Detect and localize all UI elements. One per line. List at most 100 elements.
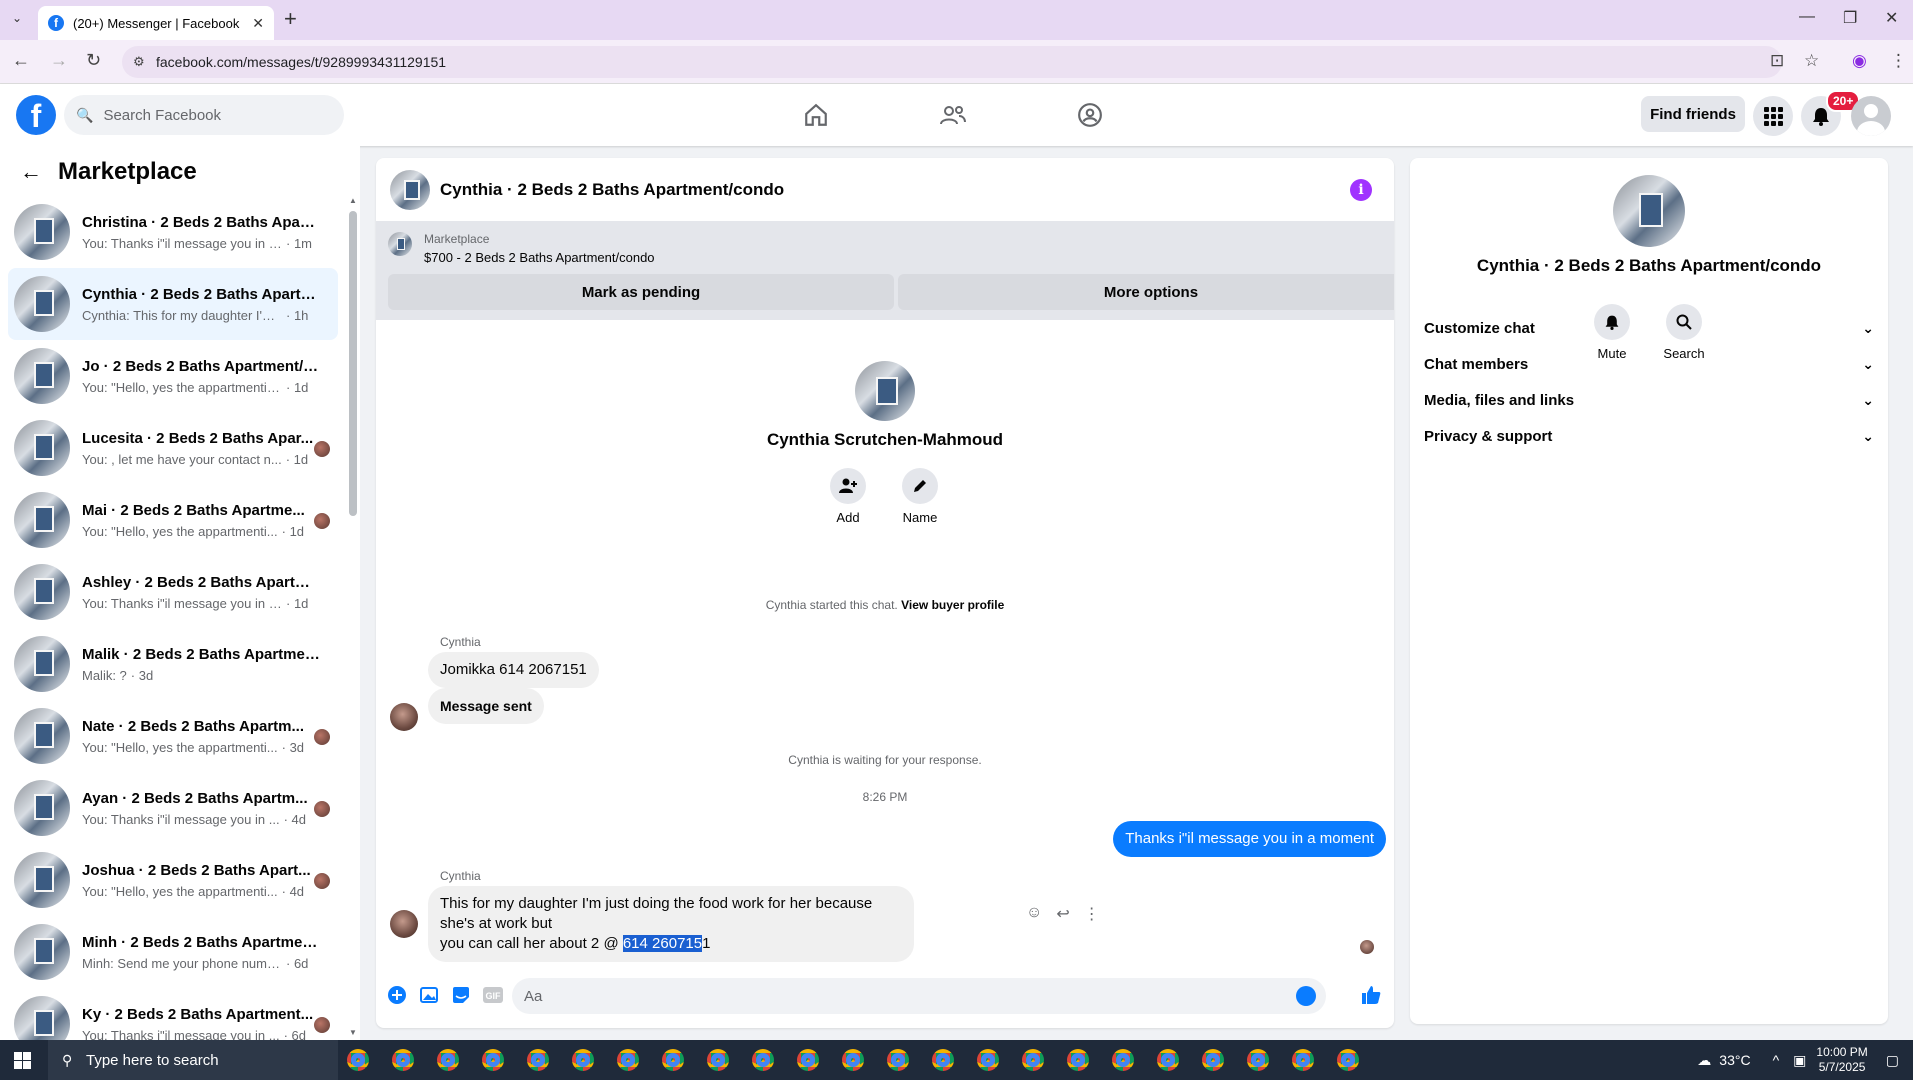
taskbar-app-icon[interactable] [432,1044,464,1076]
details-thumbnail[interactable] [1613,175,1685,247]
new-tab-icon[interactable]: + [284,6,297,32]
weather-icon[interactable]: ☁ [1697,1052,1711,1069]
taskbar-app-icon[interactable] [1242,1044,1274,1076]
sender-avatar[interactable] [390,910,418,938]
taskbar-app-icon[interactable] [657,1044,689,1076]
taskbar-app-icon[interactable] [387,1044,419,1076]
close-tab-icon[interactable]: ✕ [252,15,264,32]
bookmark-star-icon[interactable]: ☆ [1804,51,1819,71]
scrollbar-thumb[interactable] [349,211,357,516]
listing-title[interactable]: $700 - 2 Beds 2 Baths Apartment/condo [424,250,655,265]
chat-title[interactable]: Cynthia · 2 Beds 2 Baths Apartment/condo [440,180,784,200]
site-info-icon[interactable]: ⚙ [133,54,145,70]
sidebar-scrollbar[interactable]: ▲ ▼ [349,196,357,1037]
restore-icon[interactable]: ❐ [1843,8,1857,28]
friends-icon[interactable] [933,98,973,132]
taskbar-search-input[interactable]: ⚲ Type here to search [48,1040,338,1080]
taskbar-app-icon[interactable] [522,1044,554,1076]
taskbar-app-icon[interactable] [972,1044,1004,1076]
conversation-item[interactable]: Ky · 2 Beds 2 Baths Apartment... You: Tha… [8,988,338,1040]
taskbar-app-icon[interactable] [342,1044,374,1076]
taskbar-app-icon[interactable] [837,1044,869,1076]
reload-icon[interactable]: ↻ [86,50,101,71]
more-options-button[interactable]: More options [898,274,1394,310]
taskbar-app-icon[interactable] [702,1044,734,1076]
listing-thumbnail[interactable] [390,169,430,210]
add-action[interactable]: Add [830,468,866,525]
home-icon[interactable] [796,98,836,132]
menu-grid-icon[interactable] [1753,96,1793,136]
taskbar-app-icon[interactable] [1152,1044,1184,1076]
conversation-item[interactable]: Ayan · 2 Beds 2 Baths Apartm... You: Than… [8,772,338,844]
taskbar-app-icon[interactable] [747,1044,779,1076]
taskbar-clock[interactable]: 10:00 PM 5/7/2025 [1816,1045,1867,1075]
notification-center-icon[interactable]: ▢ [1886,1052,1899,1069]
taskbar-app-icon[interactable] [1332,1044,1364,1076]
conversation-item[interactable]: Christina · 2 Beds 2 Baths Apart... You: … [8,196,338,268]
browser-tab[interactable]: f (20+) Messenger | Facebook ✕ [38,6,274,40]
view-buyer-profile-link[interactable]: View buyer profile [901,598,1004,612]
taskbar-app-icon[interactable] [927,1044,959,1076]
taskbar-app-icon[interactable] [1062,1044,1094,1076]
conversation-item[interactable]: Minh · 2 Beds 2 Baths Apartmen... Minh: S… [8,916,338,988]
add-person-icon[interactable] [830,468,866,504]
sticker-icon[interactable] [450,984,472,1006]
close-window-icon[interactable]: ✕ [1885,8,1898,28]
browser-menu-icon[interactable]: ⋮ [1890,51,1907,71]
taskbar-app-icon[interactable] [1287,1044,1319,1076]
taskbar-app-icon[interactable] [567,1044,599,1076]
info-icon[interactable]: i [1350,179,1372,201]
my-message-bubble[interactable]: Thanks i"il message you in a moment [1113,821,1386,857]
emoji-icon[interactable] [1296,986,1316,1006]
more-actions-icon[interactable]: ⋮ [1084,904,1100,924]
conversation-item[interactable]: Nate · 2 Beds 2 Baths Apartm... You: "Hel… [8,700,338,772]
taskbar-app-icon[interactable] [792,1044,824,1076]
pencil-icon[interactable] [902,468,938,504]
thumbs-up-icon[interactable] [1360,984,1382,1006]
taskbar-app-icon[interactable] [612,1044,644,1076]
taskbar-app-icon[interactable] [1107,1044,1139,1076]
message-bubble[interactable]: Jomikka 614 2067151 [428,652,599,688]
sender-avatar[interactable] [390,703,418,731]
message-bubble[interactable]: Message sent [428,688,544,724]
back-arrow-icon[interactable]: ← [20,159,42,185]
mark-as-pending-button[interactable]: Mark as pending [388,274,894,310]
conversation-item[interactable]: Cynthia · 2 Beds 2 Baths Apartm... Cynthi… [8,268,338,340]
tab-list-chevron-icon[interactable]: ⌄ [12,11,22,25]
conversation-item[interactable]: Jo · 2 Beds 2 Baths Apartment/c... You: "… [8,340,338,412]
url-field[interactable]: ⚙ facebook.com/messages/t/92899934311291… [122,46,1782,78]
groups-icon[interactable] [1070,98,1110,132]
conversation-item[interactable]: Joshua · 2 Beds 2 Baths Apart... You: "He… [8,844,338,916]
conversation-item[interactable]: Malik · 2 Beds 2 Baths Apartmen... Malik:… [8,628,338,700]
find-friends-button[interactable]: Find friends [1641,96,1745,132]
section-customize-chat[interactable]: Customize chat ⌄ [1424,310,1874,346]
temperature[interactable]: 33°C [1719,1052,1750,1068]
facebook-logo-icon[interactable]: f [16,95,56,135]
back-icon[interactable]: ← [12,50,30,71]
forward-icon[interactable]: → [50,50,68,71]
scroll-up-icon[interactable]: ▲ [349,196,357,205]
account-avatar[interactable] [1851,96,1891,136]
message-input[interactable]: Aa [512,978,1326,1014]
install-app-icon[interactable]: ⊡ [1770,51,1784,71]
message-bubble[interactable]: This for my daughter I'm just doing the … [428,886,914,962]
gif-icon[interactable]: GIF [482,984,504,1006]
network-icon[interactable]: ▣ [1793,1052,1806,1069]
minimize-icon[interactable]: — [1799,8,1815,26]
facebook-search-input[interactable]: 🔍 Search Facebook [64,95,344,135]
section-media-files-links[interactable]: Media, files and links ⌄ [1424,382,1874,418]
scroll-down-icon[interactable]: ▼ [349,1028,357,1037]
conversation-item[interactable]: Ashley · 2 Beds 2 Baths Apartme... You: T… [8,556,338,628]
reply-icon[interactable]: ↩ [1056,904,1069,924]
windows-start-icon[interactable] [14,1052,31,1069]
taskbar-app-icon[interactable] [882,1044,914,1076]
react-emoji-icon[interactable]: ☺ [1026,904,1042,924]
plus-circle-icon[interactable] [386,984,408,1006]
section-chat-members[interactable]: Chat members ⌄ [1424,346,1874,382]
tray-chevron-icon[interactable]: ^ [1773,1052,1780,1068]
taskbar-app-icon[interactable] [1197,1044,1229,1076]
photo-icon[interactable] [418,984,440,1006]
conversation-item[interactable]: Lucesita · 2 Beds 2 Baths Apar... You: , … [8,412,338,484]
taskbar-app-icon[interactable] [477,1044,509,1076]
taskbar-app-icon[interactable] [1017,1044,1049,1076]
